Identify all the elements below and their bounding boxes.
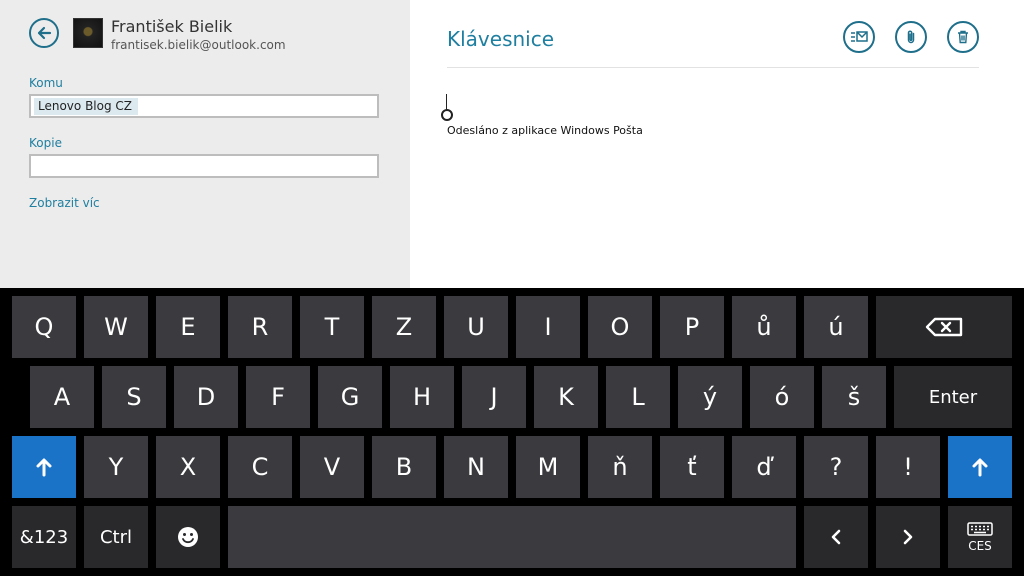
key-exclamation[interactable]: ! [876, 436, 940, 498]
backspace-key[interactable] [876, 296, 1012, 358]
shift-arrow-up-icon [36, 458, 52, 477]
key-e[interactable]: E [156, 296, 220, 358]
subject-divider [447, 67, 979, 68]
show-more-link[interactable]: Zobrazit víc [29, 196, 100, 210]
touch-keyboard: Q W E R T Z U I O P ů ú A S D F G H J K … [0, 288, 1024, 576]
key-n-caron[interactable]: ň [588, 436, 652, 498]
sender-email: frantisek.bielik@outlook.com [111, 38, 286, 52]
cc-field[interactable] [29, 154, 379, 178]
sender-name[interactable]: František Bielik [111, 17, 232, 36]
key-k[interactable]: K [534, 366, 598, 428]
key-t-caron[interactable]: ť [660, 436, 724, 498]
key-a[interactable]: A [30, 366, 94, 428]
send-button[interactable] [843, 21, 875, 53]
trash-icon [958, 30, 968, 44]
backspace-icon [925, 317, 963, 337]
key-h[interactable]: H [390, 366, 454, 428]
text-caret [446, 94, 447, 110]
attach-button[interactable] [895, 21, 927, 53]
key-s-caron[interactable]: š [822, 366, 886, 428]
key-d-caron[interactable]: ď [732, 436, 796, 498]
key-f[interactable]: F [246, 366, 310, 428]
shift-left-key[interactable] [12, 436, 76, 498]
key-j[interactable]: J [462, 366, 526, 428]
key-y[interactable]: Y [84, 436, 148, 498]
key-l[interactable]: L [606, 366, 670, 428]
key-b[interactable]: B [372, 436, 436, 498]
key-u-acute[interactable]: ú [804, 296, 868, 358]
shift-right-key[interactable] [948, 436, 1012, 498]
emoji-key[interactable] [156, 506, 220, 568]
key-w[interactable]: W [84, 296, 148, 358]
keyboard-language-label: CES [968, 538, 992, 553]
key-o[interactable]: O [588, 296, 652, 358]
symbols-key[interactable]: &123 [12, 506, 76, 568]
key-x[interactable]: X [156, 436, 220, 498]
key-z[interactable]: Z [372, 296, 436, 358]
key-t[interactable]: T [300, 296, 364, 358]
caret-handle[interactable] [441, 109, 453, 121]
chevron-right-icon [903, 529, 913, 545]
key-i[interactable]: I [516, 296, 580, 358]
to-field[interactable]: Lenovo Blog CZ [29, 94, 379, 118]
keyboard-language-key[interactable]: CES [948, 506, 1012, 568]
key-u-ring[interactable]: ů [732, 296, 796, 358]
to-label: Komu [29, 76, 63, 90]
arrow-left-key[interactable] [804, 506, 868, 568]
ctrl-key[interactable]: Ctrl [84, 506, 148, 568]
back-button[interactable] [29, 18, 59, 48]
key-u[interactable]: U [444, 296, 508, 358]
paperclip-icon [907, 30, 915, 44]
key-q[interactable]: Q [12, 296, 76, 358]
space-key[interactable] [228, 506, 796, 568]
key-y-acute[interactable]: ý [678, 366, 742, 428]
key-m[interactable]: M [516, 436, 580, 498]
keyboard-icon [967, 521, 993, 536]
key-question[interactable]: ? [804, 436, 868, 498]
key-r[interactable]: R [228, 296, 292, 358]
cc-label: Kopie [29, 136, 62, 150]
chevron-left-icon [831, 529, 841, 545]
delete-button[interactable] [947, 21, 979, 53]
key-c[interactable]: C [228, 436, 292, 498]
enter-key[interactable]: Enter [894, 366, 1012, 428]
subject-field[interactable]: Klávesnice [447, 27, 554, 51]
recipient-chip[interactable]: Lenovo Blog CZ [34, 98, 139, 115]
arrow-left-icon [37, 26, 52, 40]
key-g[interactable]: G [318, 366, 382, 428]
key-n[interactable]: N [444, 436, 508, 498]
key-p[interactable]: P [660, 296, 724, 358]
send-mail-icon [851, 31, 868, 42]
key-s[interactable]: S [102, 366, 166, 428]
avatar [73, 18, 103, 48]
key-d[interactable]: D [174, 366, 238, 428]
key-v[interactable]: V [300, 436, 364, 498]
message-signature[interactable]: Odesláno z aplikace Windows Pošta [447, 124, 643, 137]
shift-arrow-up-icon [972, 458, 988, 477]
key-o-acute[interactable]: ó [750, 366, 814, 428]
arrow-right-key[interactable] [876, 506, 940, 568]
smiley-icon [178, 527, 198, 547]
